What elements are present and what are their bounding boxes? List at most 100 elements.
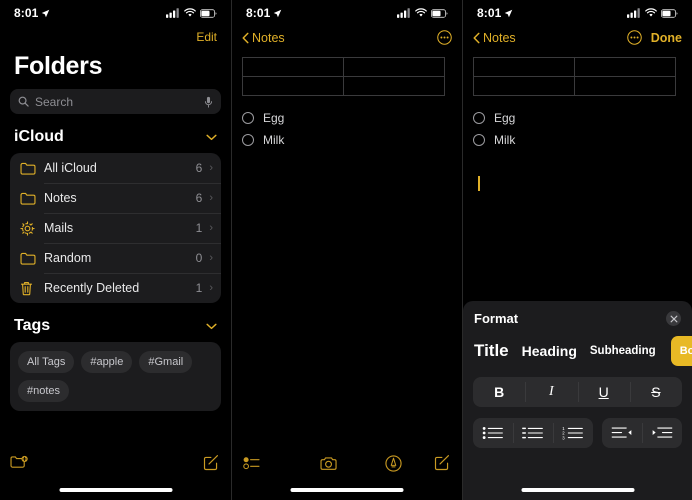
table-cell[interactable] xyxy=(343,76,445,96)
note-content[interactable]: Egg Milk xyxy=(463,49,692,191)
chevron-down-icon[interactable] xyxy=(206,134,217,141)
checkbox-circle-icon[interactable] xyxy=(242,134,254,146)
status-bar-left: 8:01 xyxy=(246,6,282,20)
note-navbar-right xyxy=(437,30,452,45)
checklist-item[interactable]: Milk xyxy=(242,129,452,151)
indent-group xyxy=(602,418,682,448)
status-bar: 8:01 xyxy=(232,0,462,26)
bold-button[interactable]: B xyxy=(473,377,525,407)
camera-icon[interactable] xyxy=(320,456,338,471)
back-to-notes-button[interactable]: Notes xyxy=(473,31,516,45)
text-style-row: Title Heading Subheading Body xyxy=(463,336,692,366)
new-folder-icon[interactable] xyxy=(10,455,29,471)
close-icon[interactable] xyxy=(666,311,681,326)
icloud-section-header[interactable]: iCloud xyxy=(0,114,231,153)
table-row[interactable] xyxy=(242,76,445,96)
status-bar-right xyxy=(397,8,448,18)
location-arrow-icon xyxy=(505,9,513,17)
folders-toolbar xyxy=(0,448,231,478)
format-sheet-header: Format xyxy=(463,301,692,326)
tags-section-header[interactable]: Tags xyxy=(0,303,231,342)
bulleted-list-icon[interactable] xyxy=(473,418,513,448)
edit-button[interactable]: Edit xyxy=(196,30,217,44)
compose-icon[interactable] xyxy=(203,455,219,471)
folder-row-mails[interactable]: Mails 1 › xyxy=(10,213,221,243)
panel-format: 8:01 Notes Done Egg Milk Format Title He… xyxy=(462,0,692,500)
italic-button[interactable]: I xyxy=(525,377,577,407)
status-time: 8:01 xyxy=(246,6,271,20)
checklist-label: Milk xyxy=(263,133,285,147)
strikethrough-button[interactable]: S xyxy=(629,377,682,407)
chevron-left-icon xyxy=(242,32,249,43)
microphone-icon[interactable] xyxy=(204,96,213,108)
dashed-list-icon[interactable] xyxy=(513,418,553,448)
gear-icon xyxy=(20,220,44,236)
format-sheet: Format Title Heading Subheading Body B I… xyxy=(463,301,692,500)
back-to-notes-button[interactable]: Notes xyxy=(242,31,285,45)
done-button[interactable]: Done xyxy=(651,31,682,45)
folder-row-random[interactable]: Random 0 › xyxy=(10,243,221,273)
table-cell[interactable] xyxy=(473,76,575,96)
checklist-icon[interactable] xyxy=(243,456,261,470)
folder-count: 1 xyxy=(195,221,203,235)
checklist-item[interactable]: Milk xyxy=(473,129,682,151)
decrease-indent-icon[interactable] xyxy=(602,418,642,448)
table-cell[interactable] xyxy=(473,57,575,77)
checkbox-circle-icon[interactable] xyxy=(242,112,254,124)
table-row[interactable] xyxy=(242,57,445,77)
markup-pen-icon[interactable] xyxy=(385,454,402,472)
format-sheet-title: Format xyxy=(474,311,519,326)
folder-label: Mails xyxy=(44,221,74,235)
style-title-button[interactable]: Title xyxy=(474,341,509,361)
chevron-right-icon: › xyxy=(209,282,213,294)
panel-folders: 8:01 Edit Folders Search iCloud All iClo… xyxy=(0,0,231,500)
table-cell[interactable] xyxy=(574,76,676,96)
chevron-down-icon[interactable] xyxy=(206,323,217,330)
folder-icon xyxy=(20,192,44,205)
search-placeholder: Search xyxy=(35,94,74,109)
format-navbar: Notes Done xyxy=(463,26,692,49)
checkbox-circle-icon[interactable] xyxy=(473,134,485,146)
table-row[interactable] xyxy=(473,57,676,77)
table-cell[interactable] xyxy=(242,76,344,96)
checklist-item[interactable]: Egg xyxy=(473,107,682,129)
table-cell[interactable] xyxy=(574,57,676,77)
folder-row-notes[interactable]: Notes 6 › xyxy=(10,183,221,213)
wifi-icon xyxy=(184,8,196,17)
status-bar: 8:01 xyxy=(0,0,231,26)
folder-label: Notes xyxy=(44,191,77,205)
table-cell[interactable] xyxy=(242,57,344,77)
numbered-list-icon[interactable]: 123 xyxy=(553,418,593,448)
compose-icon[interactable] xyxy=(434,455,450,471)
note-table[interactable] xyxy=(473,57,676,96)
more-ellipsis-icon[interactable] xyxy=(626,30,642,45)
tag-chip[interactable]: #Gmail xyxy=(139,351,193,373)
checklist-item[interactable]: Egg xyxy=(242,107,452,129)
note-table[interactable] xyxy=(242,57,445,96)
status-bar-right xyxy=(166,8,217,18)
search-field[interactable]: Search xyxy=(10,89,221,114)
folder-row-recently-deleted[interactable]: Recently Deleted 1 › xyxy=(10,273,221,303)
style-heading-button[interactable]: Heading xyxy=(522,343,577,359)
table-row[interactable] xyxy=(473,76,676,96)
folder-count: 6 xyxy=(195,161,203,175)
status-time: 8:01 xyxy=(477,6,502,20)
style-subheading-button[interactable]: Subheading xyxy=(590,345,656,357)
checkbox-circle-icon[interactable] xyxy=(473,112,485,124)
tag-chip[interactable]: #apple xyxy=(81,351,133,373)
note-content[interactable]: Egg Milk xyxy=(232,49,462,151)
chevron-left-icon xyxy=(473,32,480,43)
status-bar-left: 8:01 xyxy=(477,6,513,20)
table-cell[interactable] xyxy=(343,57,445,77)
underline-button[interactable]: U xyxy=(577,377,630,407)
status-bar-right xyxy=(627,8,678,18)
increase-indent-icon[interactable] xyxy=(642,418,682,448)
folder-row-all-icloud[interactable]: All iCloud 6 › xyxy=(10,153,221,183)
tags-list: All Tags #apple #Gmail #notes xyxy=(10,342,221,411)
tag-chip[interactable]: #notes xyxy=(18,380,70,402)
more-ellipsis-icon[interactable] xyxy=(437,30,452,45)
tag-chip[interactable]: All Tags xyxy=(18,351,75,373)
battery-icon xyxy=(431,8,448,18)
panel-note: 8:01 Notes Egg Milk xyxy=(231,0,462,500)
style-body-button[interactable]: Body xyxy=(670,336,692,366)
